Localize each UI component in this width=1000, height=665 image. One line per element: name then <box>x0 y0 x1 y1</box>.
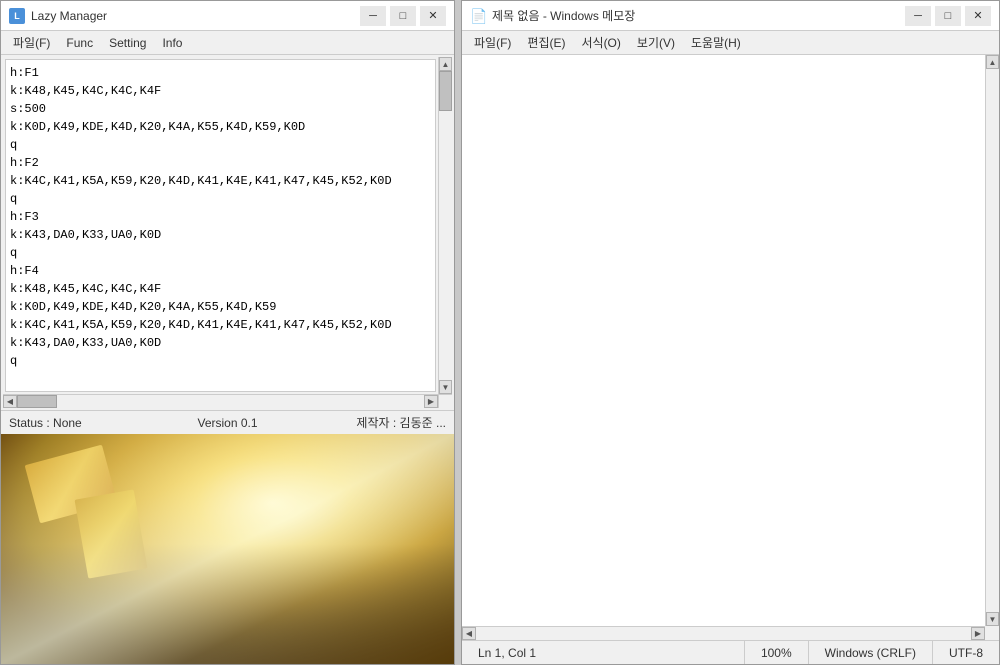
notepad-scroll-down[interactable]: ▼ <box>986 612 999 626</box>
image-inner <box>1 434 454 664</box>
v-scrollbar[interactable]: ▲ ▼ <box>438 57 452 394</box>
notepad-menu-edit[interactable]: 편집(E) <box>519 32 573 53</box>
title-bar-buttons: ─ □ ✕ <box>360 6 446 26</box>
notepad-title-buttons: ─ □ ✕ <box>905 6 991 26</box>
script-editor[interactable]: h:F1 k:K48,K45,K4C,K4C,K4F s:500 k:K0D,K… <box>5 59 436 392</box>
restore-button[interactable]: □ <box>390 6 416 26</box>
notepad-icon: 📄 <box>470 8 486 24</box>
notepad-restore-button[interactable]: □ <box>935 6 961 26</box>
notepad-close-button[interactable]: ✕ <box>965 6 991 26</box>
scroll-left-arrow[interactable]: ◀ <box>3 395 17 408</box>
background-image <box>1 434 454 664</box>
notepad-menu-file[interactable]: 파일(F) <box>466 32 519 53</box>
notepad-textarea[interactable] <box>462 55 985 626</box>
notepad-scroll-up[interactable]: ▲ <box>986 55 999 69</box>
notepad-window: 📄 제목 없음 - Windows 메모장 ─ □ ✕ 파일(F) 편집(E) … <box>461 0 1000 665</box>
menu-item-file[interactable]: 파일(F) <box>5 32 58 53</box>
notepad-zoom: 100% <box>745 641 809 664</box>
notepad-scroll-track-v[interactable] <box>986 69 999 612</box>
notepad-line-ending: Windows (CRLF) <box>809 641 933 664</box>
lazy-manager-icon: L <box>9 8 25 24</box>
lazy-manager-title: Lazy Manager <box>31 9 360 23</box>
scroll-up-arrow[interactable]: ▲ <box>439 57 452 71</box>
scroll-right-arrow[interactable]: ▶ <box>424 395 438 408</box>
notepad-hscroll-inner: ◀ ▶ <box>462 627 985 640</box>
notepad-cursor-pos: Ln 1, Col 1 <box>462 641 745 664</box>
notepad-scroll-left[interactable]: ◀ <box>462 627 476 640</box>
h-scrollbar[interactable]: ◀ ▶ <box>3 394 438 408</box>
menu-item-setting[interactable]: Setting <box>101 34 154 52</box>
lazy-manager-title-bar: L Lazy Manager ─ □ ✕ <box>1 1 454 31</box>
notepad-scroll-right[interactable]: ▶ <box>971 627 985 640</box>
lazy-manager-content: h:F1 k:K48,K45,K4C,K4C,K4F s:500 k:K0D,K… <box>1 55 454 410</box>
notepad-minimize-button[interactable]: ─ <box>905 6 931 26</box>
notepad-menu-format[interactable]: 서식(O) <box>573 32 628 53</box>
notepad-h-scrollbar[interactable]: ◀ ▶ <box>462 626 985 640</box>
notepad-encoding: UTF-8 <box>933 641 999 664</box>
lazy-manager-status-bar: Status : None Version 0.1 제작자 : 김동준 ... <box>1 410 454 434</box>
notepad-content-area: ▲ ▼ ◀ ▶ <box>462 55 999 640</box>
notepad-scrollbar-corner <box>985 626 999 640</box>
notepad-hscroll-track[interactable] <box>476 627 971 640</box>
menu-item-info[interactable]: Info <box>154 34 190 52</box>
scroll-track-h[interactable] <box>17 395 424 408</box>
status-label: Status : None <box>9 416 155 430</box>
notepad-title-bar: 📄 제목 없음 - Windows 메모장 ─ □ ✕ <box>462 1 999 31</box>
notepad-status-bar: Ln 1, Col 1 100% Windows (CRLF) UTF-8 <box>462 640 999 664</box>
editor-container: h:F1 k:K48,K45,K4C,K4C,K4F s:500 k:K0D,K… <box>3 57 452 408</box>
author-label: 제작자 : 김동준 ... <box>300 414 446 431</box>
notepad-menu-view[interactable]: 보기(V) <box>629 32 683 53</box>
version-label: Version 0.1 <box>155 416 301 430</box>
image-tint <box>1 434 454 664</box>
close-button[interactable]: ✕ <box>420 6 446 26</box>
lazy-manager-menu-bar: 파일(F) Func Setting Info <box>1 31 454 55</box>
notepad-menu-help[interactable]: 도움말(H) <box>683 32 749 53</box>
scroll-thumb-h[interactable] <box>17 395 57 408</box>
scrollbar-corner <box>438 394 452 408</box>
notepad-menu-bar: 파일(F) 편집(E) 서식(O) 보기(V) 도움말(H) <box>462 31 999 55</box>
notepad-title: 제목 없음 - Windows 메모장 <box>492 7 905 24</box>
scroll-down-arrow[interactable]: ▼ <box>439 380 452 394</box>
minimize-button[interactable]: ─ <box>360 6 386 26</box>
notepad-v-scrollbar[interactable]: ▲ ▼ <box>985 55 999 626</box>
lazy-manager-window: L Lazy Manager ─ □ ✕ 파일(F) Func Setting … <box>0 0 455 665</box>
menu-item-func[interactable]: Func <box>58 34 101 52</box>
scroll-thumb-v[interactable] <box>439 71 452 111</box>
scroll-track-v[interactable] <box>439 71 452 380</box>
